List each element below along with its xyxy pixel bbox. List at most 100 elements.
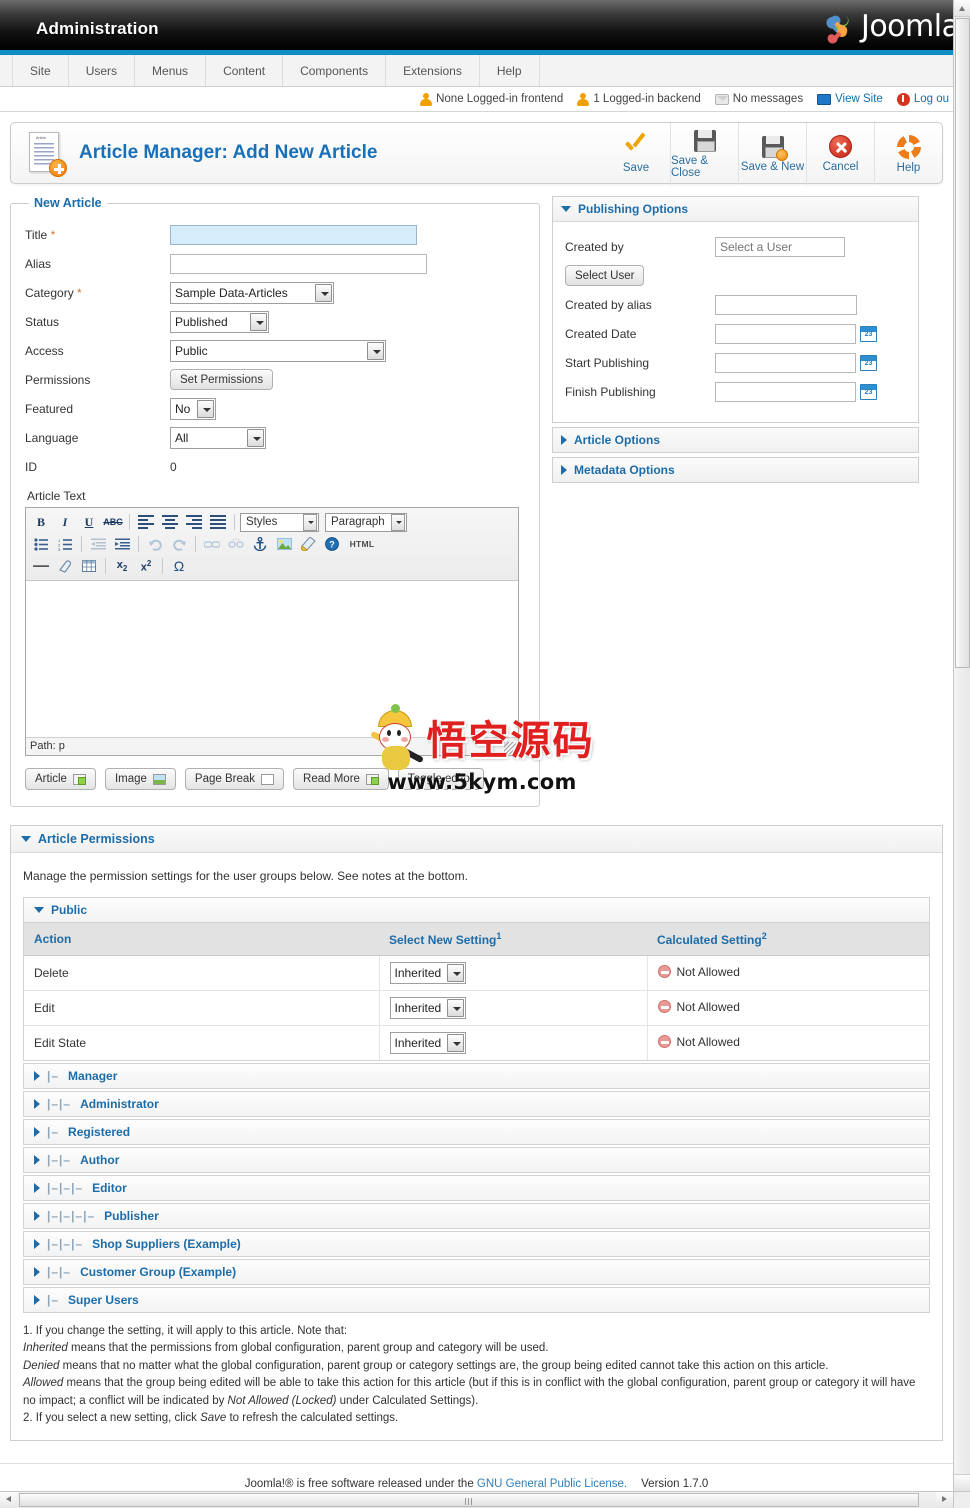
calendar-icon[interactable] (860, 354, 877, 371)
permission-group-customer-group-header[interactable]: |–|– Customer Group (Example) (24, 1260, 929, 1284)
scroll-right-arrow[interactable] (936, 1492, 953, 1508)
bold-icon[interactable]: B (30, 512, 52, 532)
status-messages[interactable]: No messages (714, 93, 803, 105)
setting-select-delete[interactable]: Inherited (389, 962, 466, 984)
calendar-icon[interactable] (860, 325, 877, 342)
align-justify-icon[interactable] (207, 512, 229, 532)
indent-icon[interactable] (111, 534, 133, 554)
remove-format-icon[interactable] (54, 556, 76, 576)
horizontal-scrollbar[interactable] (0, 1491, 970, 1508)
vertical-scrollbar[interactable] (953, 0, 970, 1491)
created-by-alias-input[interactable] (715, 294, 857, 315)
scroll-left-arrow[interactable] (0, 1492, 17, 1508)
numbered-list-icon[interactable]: 123 (54, 534, 76, 554)
permission-group-administrator-header[interactable]: |–|– Administrator (24, 1092, 929, 1116)
featured-select[interactable]: No (170, 397, 216, 420)
menu-item-components[interactable]: Components (283, 55, 387, 86)
menu-item-help[interactable]: Help (480, 55, 540, 86)
permission-group-editor-header[interactable]: |–|–|– Editor (24, 1176, 929, 1200)
resize-grip-icon[interactable] (504, 742, 516, 754)
status-logout[interactable]: Log ou (896, 92, 949, 106)
underline-icon[interactable]: U (78, 512, 100, 532)
finish-publishing-input[interactable] (715, 381, 856, 402)
horizontal-scroll-thumb[interactable] (19, 1493, 919, 1507)
menu-item-content[interactable]: Content (206, 55, 284, 86)
horizontal-rule-icon[interactable] (30, 556, 52, 576)
gpl-license-link[interactable]: GNU General Public License. (477, 1478, 627, 1490)
unlink-icon[interactable] (225, 534, 247, 554)
align-right-icon[interactable] (183, 512, 205, 532)
cleanup-icon[interactable] (297, 534, 319, 554)
superscript-icon[interactable]: x2 (135, 556, 157, 576)
permission-group-publisher-header[interactable]: |–|–|–|– Publisher (24, 1204, 929, 1228)
permission-group-super-users[interactable]: |– Super Users (23, 1287, 930, 1313)
permission-group-shop-suppliers[interactable]: |–|–|– Shop Suppliers (Example) (23, 1231, 930, 1257)
outdent-icon[interactable] (87, 534, 109, 554)
permission-group-shop-suppliers-header[interactable]: |–|–|– Shop Suppliers (Example) (24, 1232, 929, 1256)
align-left-icon[interactable] (135, 512, 157, 532)
scroll-up-arrow[interactable] (954, 0, 970, 17)
insert-image-button[interactable]: Image (104, 768, 176, 790)
permission-group-registered-header[interactable]: |– Registered (24, 1120, 929, 1144)
calendar-icon[interactable] (860, 383, 877, 400)
strikethrough-icon[interactable]: ABC (102, 512, 124, 532)
styles-select[interactable]: Styles (240, 512, 319, 532)
created-date-input[interactable] (715, 323, 856, 344)
permission-group-administrator[interactable]: |–|– Administrator (23, 1091, 930, 1117)
html-source-button[interactable]: HTML (345, 534, 379, 554)
editor-content-area[interactable] (26, 581, 518, 737)
anchor-icon[interactable] (249, 534, 271, 554)
metadata-options-header[interactable]: Metadata Options (553, 458, 918, 482)
created-by-input[interactable] (715, 236, 845, 257)
permission-group-registered[interactable]: |– Registered (23, 1119, 930, 1145)
select-user-button[interactable]: Select User (565, 265, 645, 286)
insert-read-more-button[interactable]: Read More (293, 768, 389, 790)
insert-image-icon[interactable] (273, 534, 295, 554)
menu-item-users[interactable]: Users (69, 55, 136, 86)
cancel-button[interactable]: Cancel (806, 123, 874, 185)
align-center-icon[interactable] (159, 512, 181, 532)
save-and-close-button[interactable]: Save & Close (670, 123, 738, 185)
format-select[interactable]: Paragraph (325, 512, 407, 532)
permission-group-customer-group[interactable]: |–|– Customer Group (Example) (23, 1259, 930, 1285)
undo-icon[interactable] (144, 534, 166, 554)
save-and-new-button[interactable]: Save & New (738, 123, 806, 185)
vertical-scroll-thumb[interactable] (955, 18, 970, 668)
setting-select-edit-state[interactable]: Inherited (389, 1032, 466, 1054)
redo-icon[interactable] (168, 534, 190, 554)
help-button[interactable]: Help (874, 123, 942, 185)
start-publishing-input[interactable] (715, 352, 856, 373)
alias-input[interactable] (170, 253, 427, 274)
status-view-site[interactable]: View Site (817, 93, 883, 105)
set-permissions-button[interactable]: Set Permissions (170, 369, 274, 390)
permission-group-editor[interactable]: |–|–|– Editor (23, 1175, 930, 1201)
permission-group-author[interactable]: |–|– Author (23, 1147, 930, 1173)
help-circle-icon[interactable]: ? (321, 534, 343, 554)
italic-icon[interactable]: I (54, 512, 76, 532)
insert-page-break-button[interactable]: Page Break (184, 768, 285, 790)
insert-article-button[interactable]: Article (25, 768, 96, 790)
menu-item-site[interactable]: Site (12, 55, 69, 86)
article-permissions-header[interactable]: Article Permissions (11, 826, 942, 853)
permission-group-publisher[interactable]: |–|–|–|– Publisher (23, 1203, 930, 1229)
language-select[interactable]: All (170, 426, 266, 449)
bullet-list-icon[interactable] (30, 534, 52, 554)
category-select[interactable]: Sample Data-Articles (170, 281, 334, 304)
status-select[interactable]: Published (170, 310, 269, 333)
permission-group-manager[interactable]: |– Manager (23, 1063, 930, 1089)
publishing-options-header[interactable]: Publishing Options (553, 197, 918, 222)
permission-group-public-header[interactable]: Public (24, 898, 929, 922)
article-options-header[interactable]: Article Options (553, 428, 918, 452)
scroll-down-arrow[interactable] (954, 1474, 970, 1491)
menu-item-menus[interactable]: Menus (135, 55, 207, 86)
permission-group-author-header[interactable]: |–|– Author (24, 1148, 929, 1172)
toggle-editor-button[interactable]: Toggle editor (397, 768, 484, 790)
permission-group-super-users-header[interactable]: |– Super Users (24, 1288, 929, 1312)
title-input[interactable] (170, 224, 417, 245)
save-button[interactable]: Save (602, 123, 670, 185)
access-select[interactable]: Public (170, 339, 386, 362)
insert-table-icon[interactable] (78, 556, 100, 576)
permission-group-manager-header[interactable]: |– Manager (24, 1064, 929, 1088)
subscript-icon[interactable]: x2 (111, 556, 133, 576)
special-character-icon[interactable]: Ω (168, 556, 190, 576)
